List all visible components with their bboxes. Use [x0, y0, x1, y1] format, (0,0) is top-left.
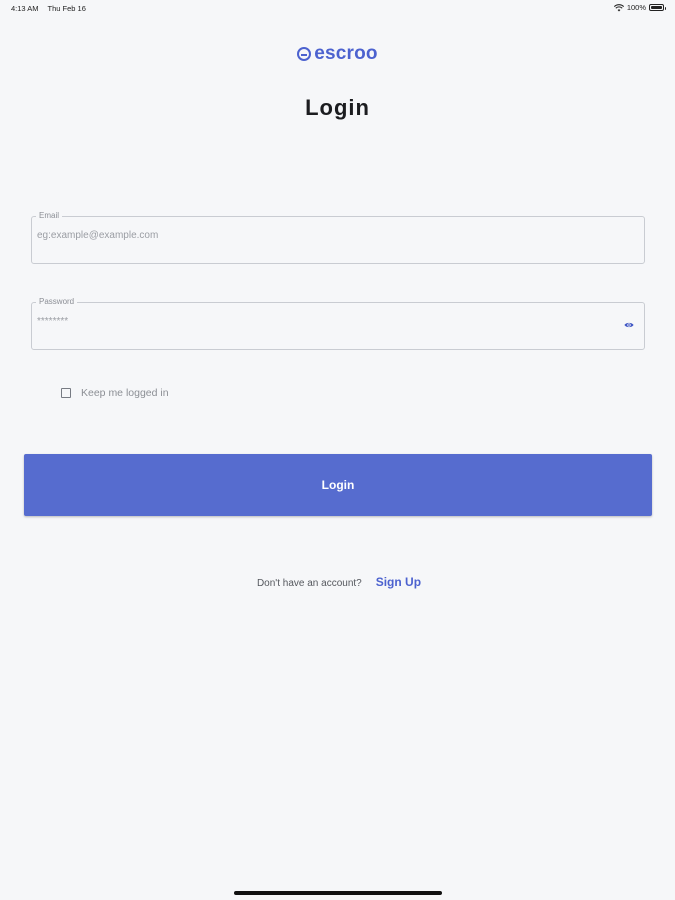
wifi-icon: [613, 3, 624, 11]
eye-icon[interactable]: [624, 321, 634, 329]
status-date: Thu Feb 16: [47, 4, 86, 13]
keep-logged-in-label: Keep me logged in: [81, 387, 169, 399]
signup-prompt: Don't have an account?: [256, 578, 362, 589]
password-field[interactable]: Password: [31, 297, 645, 350]
battery-icon: [649, 4, 666, 11]
status-left: 4:13 AM Thu Feb 16: [11, 4, 86, 13]
email-field[interactable]: Email: [31, 211, 645, 264]
battery-percent: 100%: [626, 3, 646, 12]
email-input[interactable]: [37, 230, 617, 241]
brand-name: escroo: [314, 43, 378, 64]
keep-logged-in[interactable]: Keep me logged in: [61, 387, 169, 399]
signup-link[interactable]: Sign Up: [376, 575, 421, 589]
status-time: 4:13 AM: [11, 4, 39, 13]
password-input[interactable]: [37, 316, 617, 327]
escroo-logo-icon: [297, 47, 312, 61]
email-label: Email: [36, 211, 63, 220]
home-indicator[interactable]: [234, 891, 442, 895]
status-bar: 4:13 AM Thu Feb 16 100%: [0, 0, 675, 18]
battery-level: [651, 6, 662, 9]
signup-row: Don't have an account? Sign Up: [0, 575, 675, 589]
login-button[interactable]: Login: [24, 454, 652, 516]
keep-logged-in-checkbox[interactable]: [61, 388, 71, 398]
password-label: Password: [36, 297, 78, 306]
brand-logo: escroo: [0, 43, 675, 65]
page-title: Login: [305, 95, 370, 120]
status-right: 100%: [613, 3, 666, 12]
